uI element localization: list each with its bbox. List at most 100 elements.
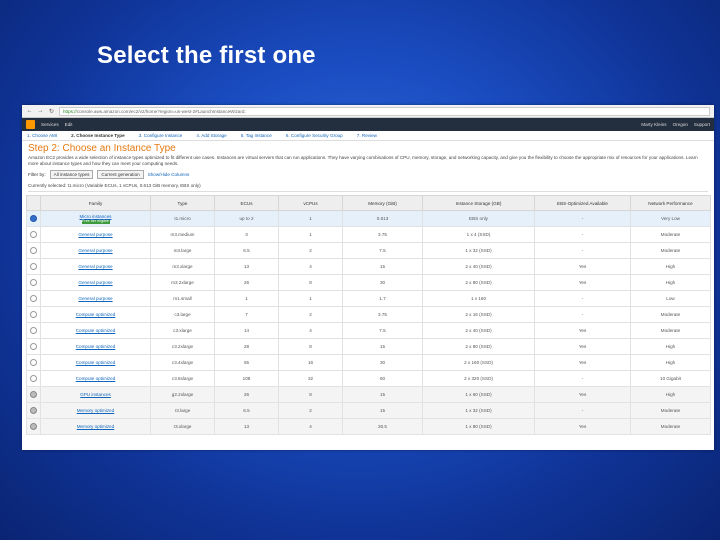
vcpus-cell: 8	[278, 274, 343, 291]
row-radio-button[interactable]	[30, 294, 37, 302]
column-header[interactable]: Family	[40, 195, 151, 211]
wizard-step[interactable]: 5. Tag Instance	[241, 133, 272, 138]
row-radio-button[interactable]	[30, 358, 37, 366]
table-row[interactable]: General purpose m3.medium 3 1 3.75 1 x 4 (SSD…	[26, 226, 711, 243]
family-link[interactable]: General purpose	[78, 280, 112, 285]
table-row[interactable]: General purpose m3.large 6.5 2 7.5 1 x 32 (SS…	[26, 242, 711, 259]
ebs-cell: Yes	[534, 418, 631, 435]
ecus-cell: up to 2	[214, 210, 279, 227]
row-radio-cell	[26, 210, 41, 227]
vcpus-cell: 4	[278, 418, 343, 435]
network-cell: High	[630, 274, 711, 291]
ecus-cell: 6.5	[214, 242, 279, 259]
ebs-cell: -	[534, 370, 631, 387]
url-bar[interactable]: https://console.aws.amazon.com/ec2/v2/ho…	[59, 106, 710, 116]
generation-select[interactable]: Current generation	[97, 170, 144, 179]
wizard-step[interactable]: 1. Choose AMI	[27, 133, 57, 138]
aws-cube-icon[interactable]	[26, 120, 35, 129]
ecus-cell: 13	[214, 258, 279, 275]
column-header[interactable]: EBS-Optimized Available	[534, 195, 631, 211]
row-radio-button[interactable]	[30, 246, 37, 254]
family-link[interactable]: Compute optimized	[76, 344, 116, 349]
row-radio-button[interactable]	[30, 406, 37, 414]
table-row[interactable]: General purpose m1.small 1 1 1.7 1 x 160- Low	[26, 290, 711, 307]
family-link[interactable]: Compute optimized	[76, 312, 116, 317]
edit-menu[interactable]: Edit	[65, 122, 73, 127]
family-cell: General purpose	[40, 226, 151, 243]
back-icon[interactable]: ←	[26, 108, 33, 114]
table-row[interactable]: Memory optimized r3.xlarge 13 4 30.5 1 x 80 (…	[26, 418, 711, 435]
vcpus-cell: 32	[278, 370, 343, 387]
row-radio-button[interactable]	[30, 262, 37, 270]
family-link[interactable]: General purpose	[78, 296, 112, 301]
storage-cell: 1 x 32 (SSD)	[422, 402, 535, 419]
family-link[interactable]: Compute optimized	[76, 360, 116, 365]
family-link[interactable]: General purpose	[78, 248, 112, 253]
family-cell: GPU instances	[40, 386, 151, 403]
column-header[interactable]: Network Performance	[630, 195, 711, 211]
ecus-cell: 6.5	[214, 402, 279, 419]
wizard-step-active[interactable]: 2. Choose Instance Type	[71, 133, 125, 138]
row-radio-button[interactable]	[30, 326, 37, 334]
instance-family-select[interactable]: All instance types	[49, 170, 94, 179]
memory-cell: 15	[342, 258, 423, 275]
column-header[interactable]: ECUs	[214, 195, 279, 211]
row-radio-button[interactable]	[30, 374, 37, 382]
family-link[interactable]: Memory optimized	[77, 408, 115, 413]
wizard-step[interactable]: 4. Add Storage	[196, 133, 226, 138]
wizard-step[interactable]: 7. Review	[357, 133, 377, 138]
family-link[interactable]: GPU instances	[80, 392, 111, 397]
family-cell: General purpose	[40, 290, 151, 307]
family-link[interactable]: General purpose	[78, 232, 112, 237]
family-link[interactable]: Micro instances	[80, 214, 112, 219]
row-radio-cell	[26, 354, 41, 371]
table-row[interactable]: Memory optimized r3.large 6.5 2 15 1 x 32 (SS…	[26, 402, 711, 419]
network-cell: High	[630, 354, 711, 371]
row-radio-button[interactable]	[30, 390, 37, 398]
table-header-row: Family Type ECUs vCPUs Memory (GiB) Inst…	[26, 195, 711, 211]
family-link[interactable]: General purpose	[78, 264, 112, 269]
row-radio-button[interactable]	[30, 214, 37, 222]
network-cell: High	[630, 386, 711, 403]
row-radio-button[interactable]	[30, 230, 37, 238]
memory-cell: 1.7	[342, 290, 423, 307]
table-row[interactable]: GPU instances g2.2xlarge 26 8 15 1 x 60 (SSD)…	[26, 386, 711, 403]
family-link[interactable]: Compute optimized	[76, 328, 116, 333]
column-header[interactable]: Memory (GiB)	[342, 195, 423, 211]
row-radio-button[interactable]	[30, 342, 37, 350]
family-link[interactable]: Memory optimized	[77, 424, 115, 429]
row-radio-button[interactable]	[30, 310, 37, 318]
type-cell: m3.2xlarge	[150, 274, 215, 291]
row-radio-button[interactable]	[30, 278, 37, 286]
wizard-step[interactable]: 3. Configure Instance	[139, 133, 183, 138]
type-cell: m3.xlarge	[150, 258, 215, 275]
show-hide-columns-link[interactable]: Show/Hide Columns	[148, 172, 190, 177]
table-row[interactable]: Compute optimized c3.8xlarge 108 32 60 2 x 32…	[26, 370, 711, 387]
services-menu[interactable]: Services	[41, 122, 59, 127]
column-header[interactable]: Instance Storage (GB)	[422, 195, 535, 211]
table-row[interactable]: Micro instances Free tier eligible t1.micr…	[26, 210, 711, 227]
support-menu[interactable]: Support	[694, 122, 710, 127]
vcpus-cell: 1	[278, 226, 343, 243]
table-row[interactable]: Compute optimized c3.4xlarge 55 16 30 2 x 160…	[26, 354, 711, 371]
storage-cell: 1 x 80 (SSD)	[422, 418, 535, 435]
storage-cell: 1 x 32 (SSD)	[422, 242, 535, 259]
table-row[interactable]: General purpose m3.xlarge 13 4 15 2 x 40 (SSD…	[26, 258, 711, 275]
region-menu[interactable]: Oregon	[673, 122, 688, 127]
table-row[interactable]: Compute optimized c3.xlarge 14 4 7.5 2 x 40 (…	[26, 322, 711, 339]
ecus-cell: 14	[214, 322, 279, 339]
table-row[interactable]: Compute optimized c3.2xlarge 28 8 15 2 x 80 (…	[26, 338, 711, 355]
reload-icon[interactable]: ↻	[48, 108, 55, 115]
table-row[interactable]: General purpose m3.2xlarge 26 8 30 2 x 80 (SS…	[26, 274, 711, 291]
table-row[interactable]: Compute optimized c3.large 7 2 3.75 2 x 16 (S…	[26, 306, 711, 323]
forward-icon[interactable]: →	[37, 108, 44, 114]
step-description: Amazon EC2 provides a wide selection of …	[28, 155, 698, 166]
column-header[interactable]: Type	[150, 195, 215, 211]
column-header[interactable]: vCPUs	[278, 195, 343, 211]
row-radio-button[interactable]	[30, 422, 37, 430]
account-menu[interactable]: Marty Kleins	[641, 122, 666, 127]
aws-top-nav: Services Edit Marty Kleins Oregon Suppor…	[22, 118, 714, 131]
wizard-step[interactable]: 6. Configure Security Group	[286, 133, 343, 138]
memory-cell: 7.5	[342, 242, 423, 259]
family-link[interactable]: Compute optimized	[76, 376, 116, 381]
